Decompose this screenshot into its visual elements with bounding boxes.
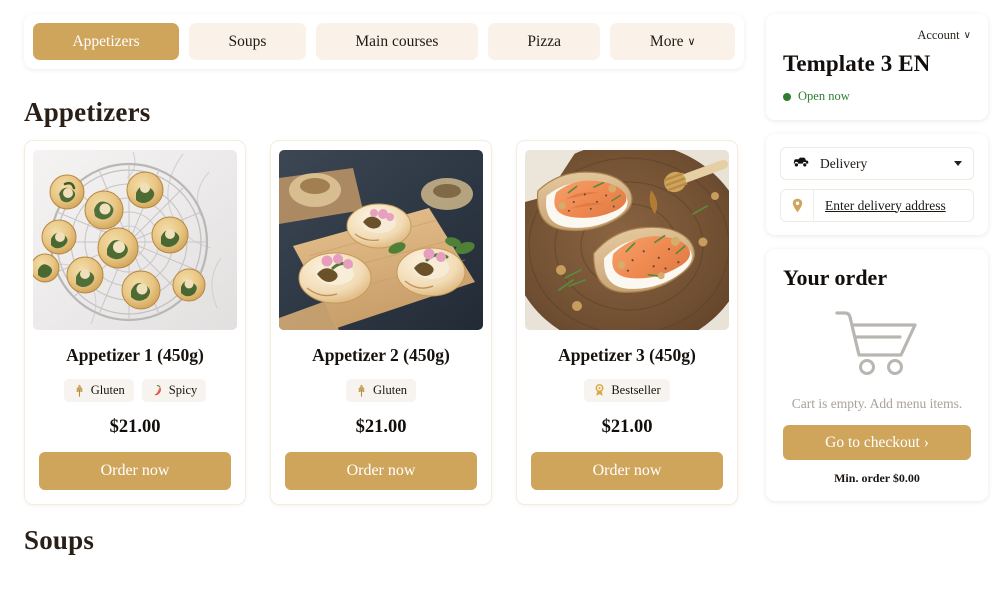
award-medal-icon <box>593 384 606 397</box>
min-order-label: Min. order $0.00 <box>834 471 920 485</box>
delivery-address-label: Enter delivery address <box>825 197 946 213</box>
delivery-mode-label: Delivery <box>820 155 868 171</box>
badge-label: Gluten <box>90 383 125 397</box>
salmon-toasts-on-dark-wood-image <box>525 150 729 330</box>
tab-main-courses[interactable]: Main courses <box>315 23 478 60</box>
badge-list: Gluten <box>345 379 417 402</box>
order-now-button[interactable]: Order now <box>531 452 723 490</box>
order-sidebar: Account ∨ Template 3 EN Open now Deliver… <box>766 14 988 589</box>
tab-label: Pizza <box>527 33 561 50</box>
wheat-icon <box>355 384 368 397</box>
tab-pizza[interactable]: Pizza <box>487 23 601 60</box>
order-now-button[interactable]: Order now <box>285 452 477 490</box>
menu-card-grid: Appetizer 1 (450g) Gluten Spicy $21.00 O… <box>24 140 744 505</box>
tab-label: Main courses <box>355 33 439 50</box>
your-order-panel: Your order Cart is empty. Add menu items… <box>766 249 988 501</box>
restaurant-info-panel: Account ∨ Template 3 EN Open now <box>766 14 988 120</box>
badge-label: Bestseller <box>611 383 661 397</box>
menu-item-title: Appetizer 1 (450g) <box>66 345 204 365</box>
car-icon <box>792 155 809 173</box>
menu-card[interactable]: Appetizer 3 (450g) Bestseller $21.00 Ord… <box>516 140 738 505</box>
badge-gluten: Gluten <box>63 379 134 402</box>
section-heading-soups: Soups <box>24 525 95 555</box>
status-dot-icon <box>783 92 791 101</box>
menu-item-price: $21.00 <box>109 417 161 437</box>
chevron-down-icon <box>954 161 962 166</box>
map-pin-icon <box>781 190 814 221</box>
delivery-address-field[interactable]: Enter delivery address <box>780 189 974 222</box>
menu-item-price: $21.00 <box>355 417 407 437</box>
account-label: Account <box>917 28 960 42</box>
category-tabbar: Appetizers Soups Main courses Pizza More… <box>24 14 744 69</box>
chevron-down-icon: ∨ <box>687 36 696 48</box>
order-now-button[interactable]: Order now <box>39 452 231 490</box>
tab-soups[interactable]: Soups <box>189 23 306 60</box>
tab-more[interactable]: More ∨ <box>610 23 736 60</box>
badge-label: Spicy <box>168 383 198 397</box>
wheat-icon <box>73 384 86 397</box>
tab-label: Soups <box>228 33 267 50</box>
status-badge: Open now <box>783 89 971 104</box>
menu-card[interactable]: Appetizer 2 (450g) Gluten $21.00 Order n… <box>270 140 492 505</box>
tab-label: Appetizers <box>72 33 140 50</box>
tab-appetizers[interactable]: Appetizers <box>33 23 180 60</box>
mini-galettes-on-wood-board-image <box>279 150 483 330</box>
badge-list: Gluten Spicy <box>63 379 207 402</box>
chili-pepper-icon <box>151 384 164 397</box>
menu-item-price: $21.00 <box>601 417 653 437</box>
shopping-cart-icon <box>829 305 925 382</box>
chevron-down-icon: ∨ <box>963 30 971 41</box>
account-menu[interactable]: Account ∨ <box>783 28 971 43</box>
go-to-checkout-button[interactable]: Go to checkout › <box>783 425 971 460</box>
badge-label: Gluten <box>372 383 408 397</box>
section-heading-appetizers: Appetizers <box>24 97 151 127</box>
menu-column: Appetizers Soups Main courses Pizza More… <box>24 14 744 589</box>
delivery-mode-select[interactable]: Delivery <box>780 147 974 180</box>
menu-item-title: Appetizer 3 (450g) <box>558 345 696 365</box>
tab-label: More <box>649 33 684 50</box>
delivery-panel: Delivery Enter delivery address <box>766 134 988 235</box>
badge-gluten: Gluten <box>345 379 417 402</box>
badge-bestseller: Bestseller <box>584 379 670 402</box>
cart-empty-message: Cart is empty. Add menu items. <box>791 396 963 411</box>
badge-list: Bestseller <box>584 379 670 402</box>
spinach-pinwheels-on-wire-rack-image <box>33 150 237 330</box>
badge-spicy: Spicy <box>141 379 207 402</box>
page-root: Appetizers Soups Main courses Pizza More… <box>0 0 1007 589</box>
page-title: Template 3 EN <box>783 51 931 76</box>
status-label: Open now <box>798 89 850 103</box>
menu-card[interactable]: Appetizer 1 (450g) Gluten Spicy $21.00 O… <box>24 140 246 505</box>
menu-item-title: Appetizer 2 (450g) <box>312 345 450 365</box>
your-order-title: Your order <box>783 265 888 290</box>
